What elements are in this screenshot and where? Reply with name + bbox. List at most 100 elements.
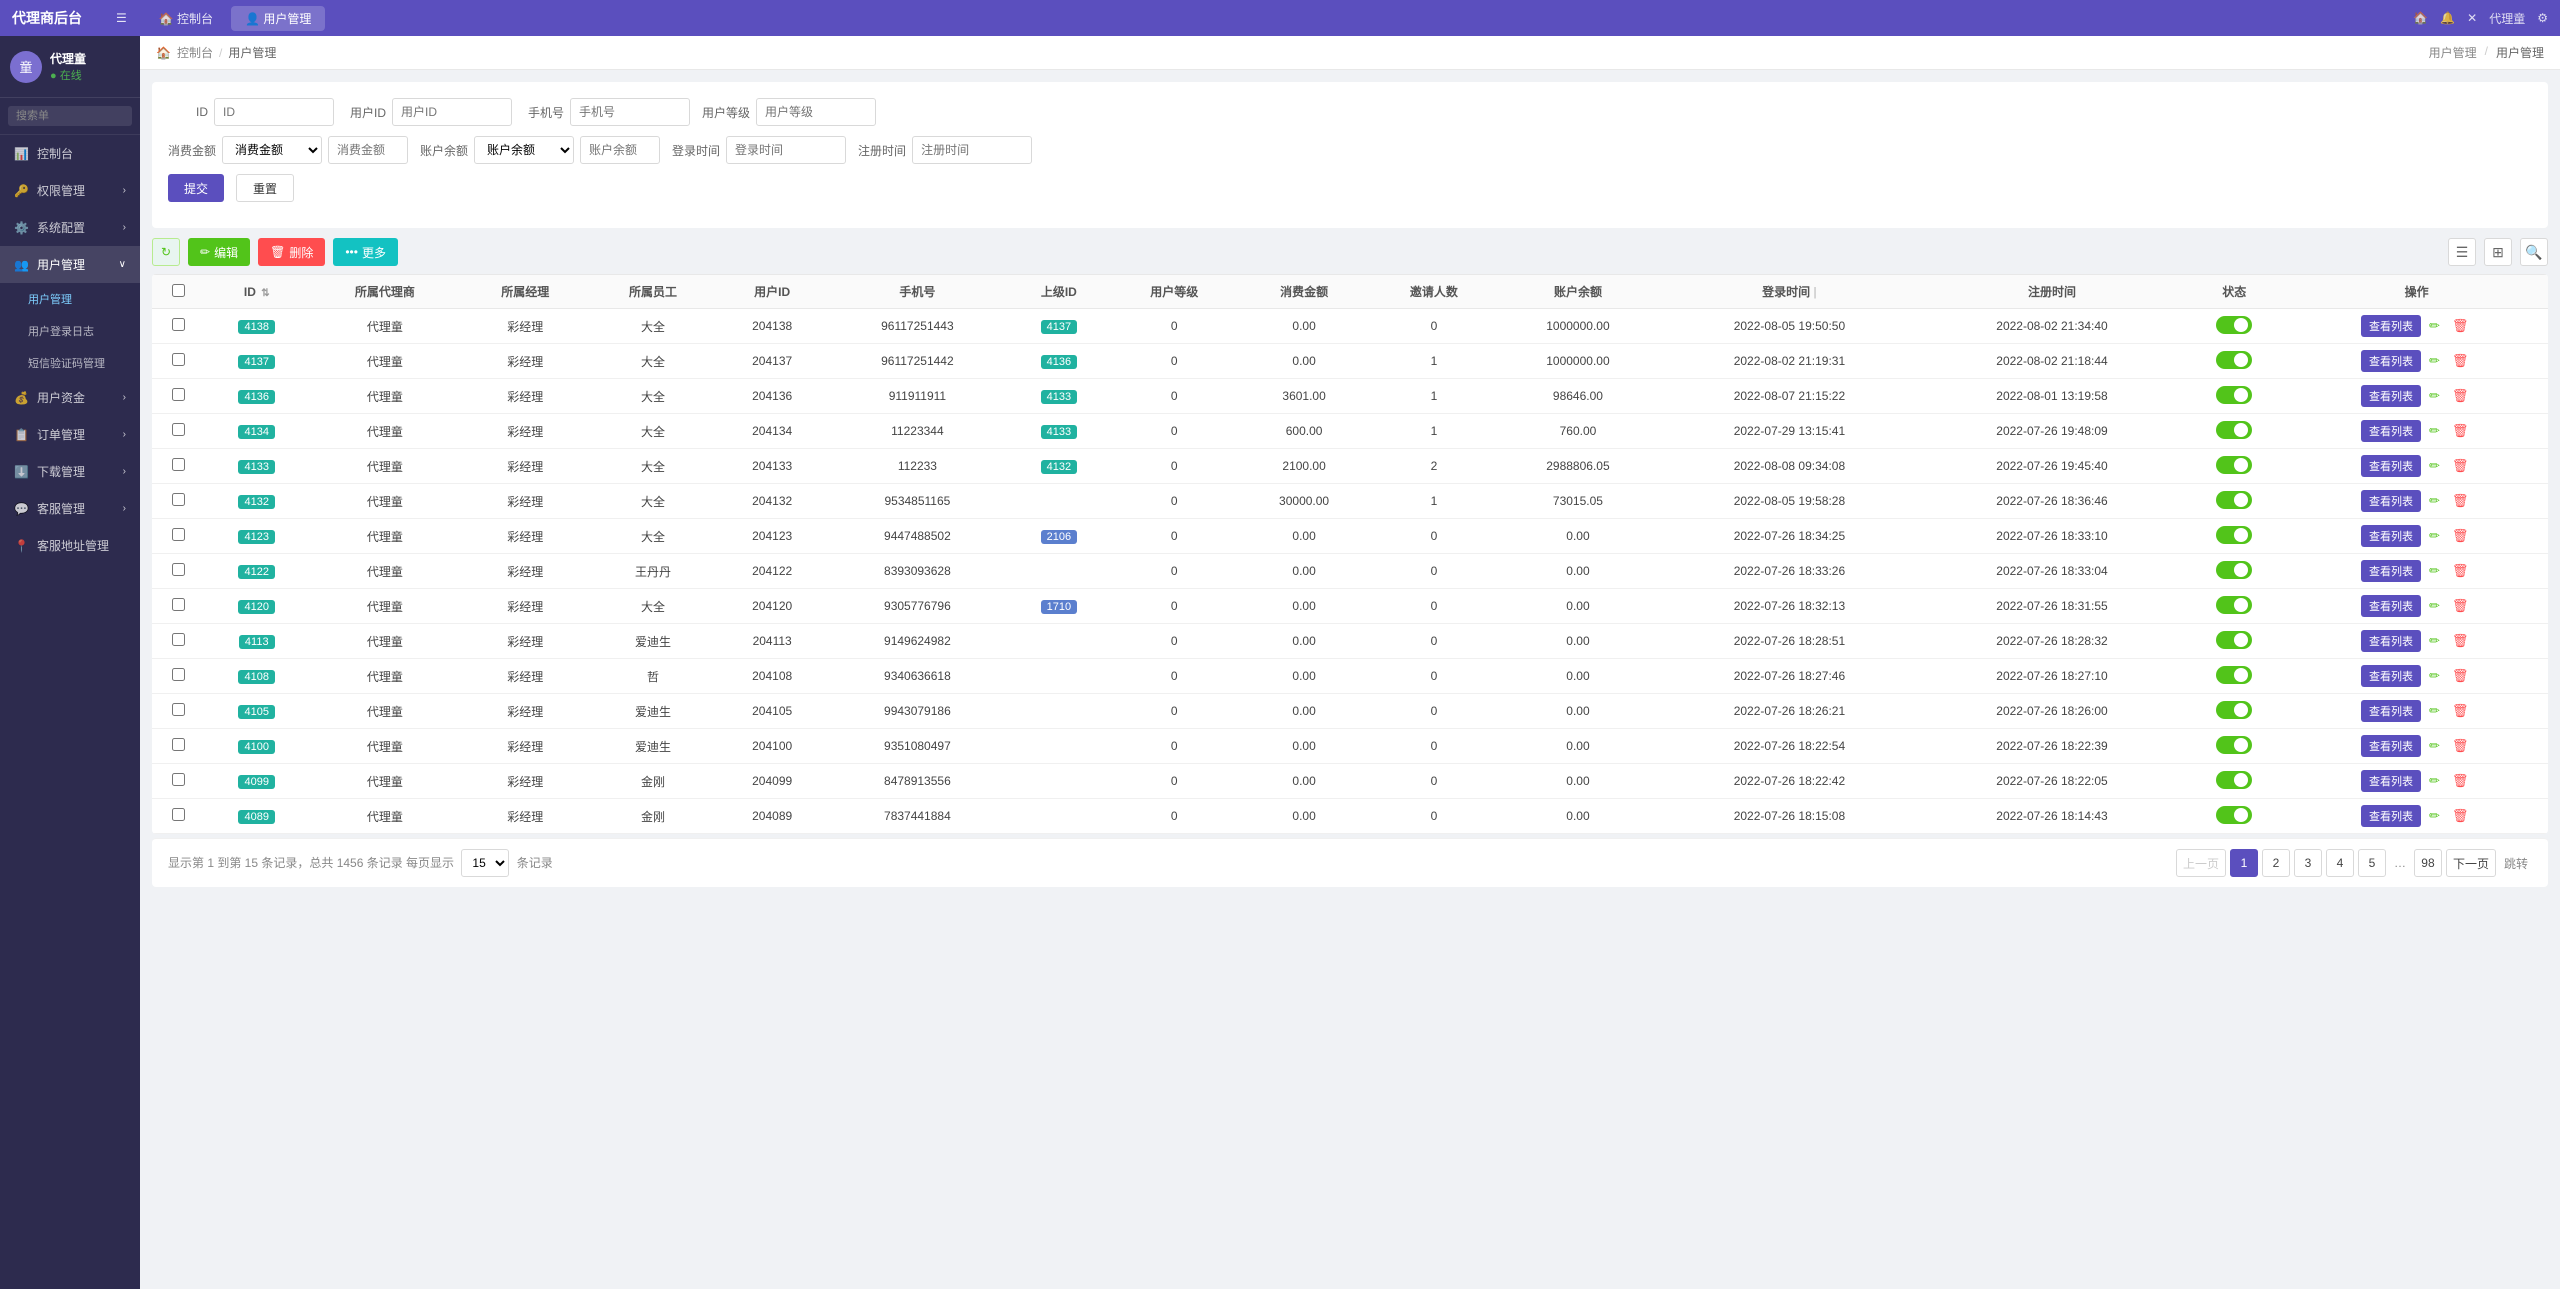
nav-dashboard[interactable]: 🏠 控制台 xyxy=(145,6,227,31)
detail-btn[interactable]: 查看列表 xyxy=(2361,420,2421,442)
row-select-checkbox[interactable] xyxy=(172,318,185,331)
status-toggle[interactable] xyxy=(2216,526,2252,544)
balance-input[interactable] xyxy=(580,136,660,164)
page-3-btn[interactable]: 3 xyxy=(2294,849,2322,877)
edit-row-btn[interactable]: ✏ xyxy=(2425,315,2444,337)
id-input[interactable] xyxy=(214,98,334,126)
sidebar-item-config[interactable]: ⚙️ 系统配置 › xyxy=(0,209,140,246)
grid-view-btn[interactable]: ⊞ xyxy=(2484,238,2512,266)
delete-row-btn[interactable]: 🗑 xyxy=(2448,350,2473,372)
detail-btn[interactable]: 查看列表 xyxy=(2361,595,2421,617)
row-select-checkbox[interactable] xyxy=(172,703,185,716)
detail-btn[interactable]: 查看列表 xyxy=(2361,665,2421,687)
prev-page-btn[interactable]: 上一页 xyxy=(2176,849,2226,877)
edit-row-btn[interactable]: ✏ xyxy=(2425,490,2444,512)
user-id-input[interactable] xyxy=(392,98,512,126)
edit-row-btn[interactable]: ✏ xyxy=(2425,595,2444,617)
row-select-checkbox[interactable] xyxy=(172,668,185,681)
status-toggle[interactable] xyxy=(2216,351,2252,369)
page-5-btn[interactable]: 5 xyxy=(2358,849,2386,877)
detail-btn[interactable]: 查看列表 xyxy=(2361,350,2421,372)
edit-row-btn[interactable]: ✏ xyxy=(2425,420,2444,442)
delete-row-btn[interactable]: 🗑 xyxy=(2448,770,2473,792)
detail-btn[interactable]: 查看列表 xyxy=(2361,315,2421,337)
delete-row-btn[interactable]: 🗑 xyxy=(2448,665,2473,687)
detail-btn[interactable]: 查看列表 xyxy=(2361,525,2421,547)
sidebar-item-download[interactable]: ⬇️ 下载管理 › xyxy=(0,453,140,490)
page-size-select[interactable]: 15 30 50 xyxy=(461,849,509,877)
detail-btn[interactable]: 查看列表 xyxy=(2361,630,2421,652)
row-select-checkbox[interactable] xyxy=(172,808,185,821)
login-time-input[interactable] xyxy=(726,136,846,164)
detail-btn[interactable]: 查看列表 xyxy=(2361,490,2421,512)
edit-row-btn[interactable]: ✏ xyxy=(2425,560,2444,582)
row-select-checkbox[interactable] xyxy=(172,563,185,576)
status-toggle[interactable] xyxy=(2216,491,2252,509)
row-select-checkbox[interactable] xyxy=(172,598,185,611)
delete-row-btn[interactable]: 🗑 xyxy=(2448,735,2473,757)
home-icon[interactable]: 🏠 xyxy=(2413,11,2428,25)
status-toggle[interactable] xyxy=(2216,596,2252,614)
status-toggle[interactable] xyxy=(2216,456,2252,474)
next-page-btn[interactable]: 下一页 xyxy=(2446,849,2496,877)
row-select-checkbox[interactable] xyxy=(172,633,185,646)
status-toggle[interactable] xyxy=(2216,561,2252,579)
edit-btn[interactable]: ✏ 编辑 xyxy=(188,238,250,266)
status-toggle[interactable] xyxy=(2216,421,2252,439)
row-select-checkbox[interactable] xyxy=(172,528,185,541)
balance-operator-select[interactable]: 账户余额 ≥ ≤ xyxy=(474,136,574,164)
sidebar-item-dashboard[interactable]: 📊 控制台 xyxy=(0,135,140,172)
row-select-checkbox[interactable] xyxy=(172,458,185,471)
consume-operator-select[interactable]: 消费金额 ≥ ≤ xyxy=(222,136,322,164)
edit-row-btn[interactable]: ✏ xyxy=(2425,770,2444,792)
delete-row-btn[interactable]: 🗑 xyxy=(2448,385,2473,407)
status-toggle[interactable] xyxy=(2216,701,2252,719)
status-toggle[interactable] xyxy=(2216,386,2252,404)
search-icon-btn[interactable]: 🔍 xyxy=(2520,238,2548,266)
detail-btn[interactable]: 查看列表 xyxy=(2361,735,2421,757)
submit-btn[interactable]: 提交 xyxy=(168,174,224,202)
sidebar-search-input[interactable] xyxy=(8,106,132,126)
breadcrumb-item-dashboard[interactable]: 控制台 xyxy=(177,44,213,61)
sidebar-item-user[interactable]: 👥 用户管理 ∨ xyxy=(0,246,140,283)
sidebar-sub-user-mgmt[interactable]: 用户管理 xyxy=(0,283,140,315)
status-toggle[interactable] xyxy=(2216,806,2252,824)
delete-row-btn[interactable]: 🗑 xyxy=(2448,420,2473,442)
edit-row-btn[interactable]: ✏ xyxy=(2425,665,2444,687)
sidebar-item-permission[interactable]: 🔑 权限管理 › xyxy=(0,172,140,209)
status-toggle[interactable] xyxy=(2216,771,2252,789)
reset-btn[interactable]: 重置 xyxy=(236,174,294,202)
delete-row-btn[interactable]: 🗑 xyxy=(2448,490,2473,512)
sidebar-sub-sms[interactable]: 短信验证码管理 xyxy=(0,347,140,379)
list-view-btn[interactable]: ☰ xyxy=(2448,238,2476,266)
edit-row-btn[interactable]: ✏ xyxy=(2425,455,2444,477)
detail-btn[interactable]: 查看列表 xyxy=(2361,455,2421,477)
page-2-btn[interactable]: 2 xyxy=(2262,849,2290,877)
close-icon[interactable]: ✕ xyxy=(2467,11,2477,25)
row-select-checkbox[interactable] xyxy=(172,388,185,401)
status-toggle[interactable] xyxy=(2216,736,2252,754)
detail-btn[interactable]: 查看列表 xyxy=(2361,385,2421,407)
edit-row-btn[interactable]: ✏ xyxy=(2425,525,2444,547)
breadcrumb-right-user-mgmt[interactable]: 用户管理 xyxy=(2429,44,2477,61)
delete-row-btn[interactable]: 🗑 xyxy=(2448,630,2473,652)
more-btn[interactable]: ••• 更多 xyxy=(333,238,398,266)
detail-btn[interactable]: 查看列表 xyxy=(2361,700,2421,722)
edit-row-btn[interactable]: ✏ xyxy=(2425,735,2444,757)
delete-row-btn[interactable]: 🗑 xyxy=(2448,805,2473,827)
row-select-checkbox[interactable] xyxy=(172,773,185,786)
row-select-checkbox[interactable] xyxy=(172,493,185,506)
detail-btn[interactable]: 查看列表 xyxy=(2361,770,2421,792)
col-id[interactable]: ID ⇅ xyxy=(205,275,308,309)
page-98-btn[interactable]: 98 xyxy=(2414,849,2442,877)
page-1-btn[interactable]: 1 xyxy=(2230,849,2258,877)
page-4-btn[interactable]: 4 xyxy=(2326,849,2354,877)
select-all-checkbox[interactable] xyxy=(172,284,185,297)
detail-btn[interactable]: 查看列表 xyxy=(2361,560,2421,582)
bell-icon[interactable]: 🔔 xyxy=(2440,11,2455,25)
edit-row-btn[interactable]: ✏ xyxy=(2425,630,2444,652)
status-toggle[interactable] xyxy=(2216,631,2252,649)
detail-btn[interactable]: 查看列表 xyxy=(2361,805,2421,827)
delete-row-btn[interactable]: 🗑 xyxy=(2448,595,2473,617)
level-input[interactable] xyxy=(756,98,876,126)
